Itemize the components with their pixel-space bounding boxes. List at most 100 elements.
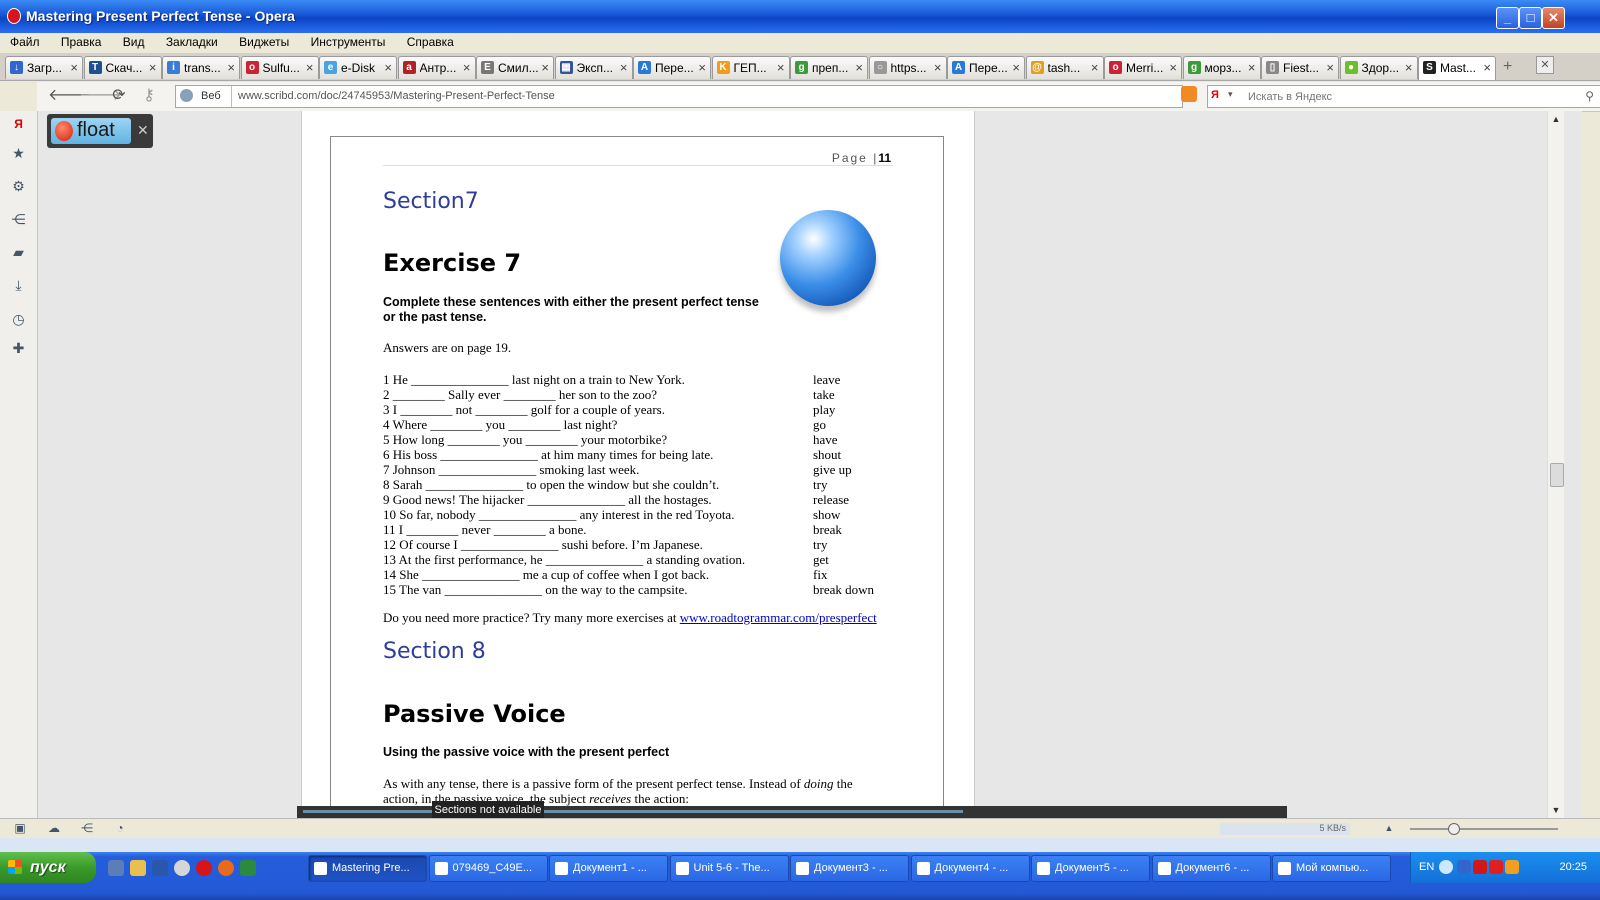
firefox-icon[interactable]	[218, 860, 234, 876]
maximize-button[interactable]: □	[1519, 7, 1542, 29]
menu-edit[interactable]: Правка	[51, 33, 110, 49]
tab-close-icon[interactable]: ×	[1248, 60, 1256, 75]
tab-close-icon[interactable]: ×	[227, 60, 235, 75]
tab-8[interactable]: ▦ Эксп... ×	[554, 56, 633, 79]
tab-close-icon[interactable]: ×	[1169, 60, 1177, 75]
tab-close-icon[interactable]: ×	[777, 60, 785, 75]
search-box[interactable]: Я ▾ ⚲	[1207, 85, 1600, 108]
menu-view[interactable]: Вид	[113, 33, 153, 49]
unite-icon[interactable]: ⋲	[80, 822, 94, 835]
tab-1[interactable]: ↓ Загр... ×	[5, 56, 83, 79]
menu-help[interactable]: Справка	[397, 33, 462, 49]
tab-7[interactable]: E Смил... ×	[476, 56, 554, 79]
tray-kaspersky-icon[interactable]	[1473, 860, 1487, 874]
folder-icon[interactable]	[130, 860, 146, 876]
zoom-slider[interactable]	[1410, 823, 1558, 835]
close-window-button[interactable]: ✕	[1542, 7, 1565, 29]
chrome-icon[interactable]	[174, 860, 190, 876]
tab-13[interactable]: A Пере... ×	[947, 56, 1025, 79]
tab-16[interactable]: g морз... ×	[1182, 56, 1261, 79]
tray-back-icon[interactable]	[1439, 860, 1453, 874]
tab-3[interactable]: i trans... ×	[162, 56, 240, 79]
language-indicator[interactable]: EN	[1419, 861, 1434, 873]
tab-close-icon[interactable]: ×	[1405, 60, 1413, 75]
scroll-down-arrow-icon[interactable]: ▼	[1548, 802, 1564, 818]
taskbar-item[interactable]: 079469_C49E...	[428, 855, 548, 882]
tab-15[interactable]: o Merri... ×	[1104, 56, 1182, 79]
speed-dial-icon[interactable]: ◔	[113, 822, 127, 835]
tab-4[interactable]: o Sulfu... ×	[240, 56, 319, 79]
panel-toggle-icon[interactable]: ▣	[13, 822, 27, 835]
zoom-knob[interactable]	[1448, 823, 1460, 835]
tab-6[interactable]: a Антр... ×	[397, 56, 476, 79]
taskbar-item[interactable]: Документ1 - ...	[549, 855, 668, 882]
word-icon[interactable]	[152, 860, 168, 876]
taskbar-item[interactable]: Документ6 - ...	[1151, 855, 1271, 882]
page-viewport[interactable]: Page |11 Section7 Exercise 7 Complete th…	[38, 111, 1582, 823]
taskbar-item[interactable]: Mastering Pre...	[308, 855, 427, 882]
window-title-bar[interactable]: Mastering Present Perfect Tense - Opera …	[0, 0, 1600, 33]
tab-close-icon[interactable]: ×	[620, 60, 628, 75]
tab-close-icon[interactable]: ×	[149, 60, 157, 75]
taskbar-item[interactable]: Документ3 - ...	[790, 855, 909, 882]
taskbar-item[interactable]: Unit 5-6 - The...	[669, 855, 789, 882]
scroll-thumb[interactable]	[1550, 463, 1564, 487]
tab-19[interactable]: S Mast... ×	[1418, 56, 1496, 80]
key-wand-icon[interactable]: ⚷	[140, 88, 158, 104]
yandex-engine-icon[interactable]: Я	[1211, 89, 1219, 101]
float-close-icon[interactable]: ✕	[137, 122, 149, 139]
scroll-up-arrow-icon[interactable]: ▲	[1548, 111, 1564, 127]
downloads-icon[interactable]: ⤓	[11, 278, 26, 293]
taskbar-item[interactable]: Мой компью...	[1272, 855, 1391, 882]
search-input[interactable]	[1246, 88, 1570, 105]
tray-v-icon[interactable]	[1489, 860, 1503, 874]
tab-11[interactable]: g преп... ×	[790, 56, 868, 79]
tray-network-icon[interactable]	[1457, 860, 1471, 874]
tab-close-icon[interactable]: ×	[1326, 60, 1334, 75]
menu-tools[interactable]: Инструменты	[301, 33, 394, 49]
tab-close-icon[interactable]: ×	[463, 60, 471, 75]
add-panel-plus-icon[interactable]: ✚	[11, 341, 26, 356]
reload-icon[interactable]: ⟳	[110, 88, 128, 104]
opera-icon[interactable]	[196, 860, 212, 876]
tab-close-icon[interactable]: ×	[70, 60, 78, 75]
vertical-scrollbar[interactable]: ▲ ▼	[1547, 111, 1564, 818]
float-widget[interactable]: float ✕	[47, 114, 153, 148]
tab-close-icon[interactable]: ×	[1483, 60, 1491, 75]
tab-close-icon[interactable]: ×	[1091, 60, 1099, 75]
menu-widgets[interactable]: Виджеты	[229, 33, 297, 49]
taskbar-item[interactable]: Документ4 - ...	[910, 855, 1030, 882]
tab-close-icon[interactable]: ×	[541, 60, 549, 75]
tab-close-icon[interactable]: ×	[306, 60, 314, 75]
menu-bookmarks[interactable]: Закладки	[156, 33, 226, 49]
engine-dropdown-icon[interactable]: ▾	[1228, 89, 1233, 100]
close-tab-strip-icon[interactable]: ✕	[1536, 56, 1554, 74]
tab-18[interactable]: ● Здор... ×	[1339, 56, 1418, 79]
tab-9[interactable]: A Пере... ×	[633, 56, 711, 79]
tab-12[interactable]: ○ https... ×	[868, 56, 947, 79]
yandex-panel-icon[interactable]: Я	[11, 117, 26, 132]
history-clock-icon[interactable]: ◷	[11, 312, 26, 327]
rss-feed-icon[interactable]	[1181, 86, 1197, 102]
search-icon[interactable]: ⚲	[1585, 89, 1594, 103]
float-button[interactable]: float	[51, 118, 131, 144]
tab-2[interactable]: T Скач... ×	[83, 56, 162, 79]
tab-17[interactable]: ▯ Fiest... ×	[1261, 56, 1339, 79]
taskbar-item[interactable]: Документ5 - ...	[1031, 855, 1150, 882]
tab-14[interactable]: @ tash... ×	[1025, 56, 1104, 79]
show-desktop-icon[interactable]	[108, 860, 124, 876]
tray-volume-icon[interactable]	[1505, 860, 1519, 874]
tab-close-icon[interactable]: ×	[1012, 60, 1020, 75]
zoom-up-icon[interactable]: ▲	[1382, 822, 1396, 835]
back-arrow-icon[interactable]: 🡐	[48, 88, 91, 104]
menu-file[interactable]: Файл	[0, 33, 48, 49]
minimize-button[interactable]: _	[1496, 7, 1519, 29]
tab-close-icon[interactable]: ×	[855, 60, 863, 75]
tab-close-icon[interactable]: ×	[384, 60, 392, 75]
tab-10[interactable]: K ГЕП... ×	[711, 56, 790, 79]
practice-link[interactable]: www.roadtogrammar.com/presperfect	[680, 610, 877, 625]
url-field[interactable]: Веб www.scribd.com/doc/24745953/Masterin…	[175, 85, 1183, 108]
excel-icon[interactable]	[240, 860, 256, 876]
turbo-cloud-icon[interactable]: ☁	[47, 822, 61, 835]
url-text[interactable]: www.scribd.com/doc/24745953/Mastering-Pr…	[238, 90, 555, 102]
